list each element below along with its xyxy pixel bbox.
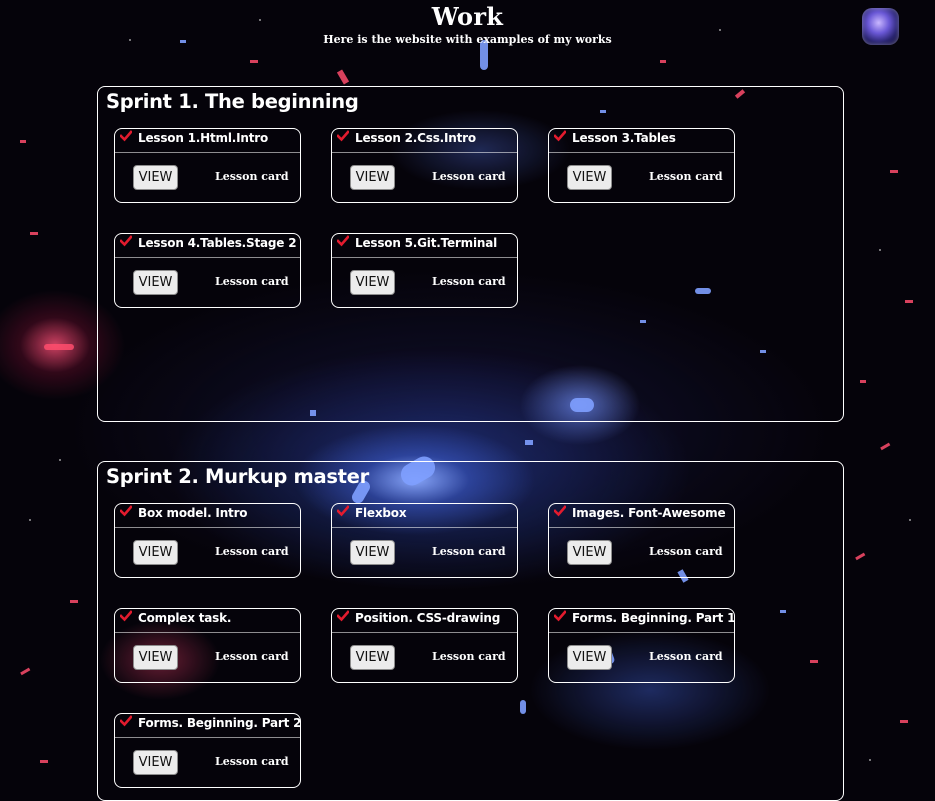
view-button[interactable]: VIEW bbox=[350, 165, 395, 190]
lesson-card-caption: Lesson card bbox=[432, 545, 506, 558]
lesson-card-header: Images. Font-Awesome bbox=[549, 504, 734, 528]
avatar[interactable] bbox=[862, 8, 899, 45]
lesson-card-header: Box model. Intro bbox=[115, 504, 300, 528]
lesson-card-caption: Lesson card bbox=[215, 650, 289, 663]
lesson-card: Lesson 1.Html.Intro VIEW Lesson card bbox=[114, 128, 301, 203]
lesson-card-caption: Lesson card bbox=[649, 545, 723, 558]
lesson-card-caption: Lesson card bbox=[649, 170, 723, 183]
lesson-card-header: Lesson 3.Tables bbox=[549, 129, 734, 153]
page-header: Work Here is the website with examples o… bbox=[0, 0, 935, 48]
lesson-card-caption: Lesson card bbox=[215, 170, 289, 183]
check-icon bbox=[337, 610, 349, 622]
page-title: Work bbox=[431, 2, 504, 31]
view-button[interactable]: VIEW bbox=[133, 540, 178, 565]
lesson-title: Lesson 1.Html.Intro bbox=[138, 131, 269, 145]
lesson-card: Lesson 3.Tables VIEW Lesson card bbox=[548, 128, 735, 203]
lesson-card-header: Complex task. bbox=[115, 609, 300, 633]
view-button[interactable]: VIEW bbox=[133, 270, 178, 295]
sprint-section: Sprint 1. The beginning Lesson 1.Html.In… bbox=[97, 86, 844, 422]
view-button[interactable]: VIEW bbox=[567, 540, 612, 565]
lesson-card-header: Lesson 5.Git.Terminal bbox=[332, 234, 517, 258]
lesson-card-caption: Lesson card bbox=[432, 275, 506, 288]
lesson-title: Complex task. bbox=[138, 611, 232, 625]
view-button[interactable]: VIEW bbox=[350, 645, 395, 670]
lesson-card: Lesson 5.Git.Terminal VIEW Lesson card bbox=[331, 233, 518, 308]
lesson-card-header: Position. CSS-drawing bbox=[332, 609, 517, 633]
lesson-card: Images. Font-Awesome VIEW Lesson card bbox=[548, 503, 735, 578]
lesson-title: Images. Font-Awesome bbox=[572, 506, 726, 520]
lesson-card-caption: Lesson card bbox=[215, 755, 289, 768]
check-icon bbox=[554, 130, 566, 142]
lesson-card-caption: Lesson card bbox=[215, 275, 289, 288]
check-icon bbox=[554, 610, 566, 622]
check-icon bbox=[120, 505, 132, 517]
lesson-card-header: Lesson 4.Tables.Stage 2 bbox=[115, 234, 300, 258]
lesson-card: Flexbox VIEW Lesson card bbox=[331, 503, 518, 578]
check-icon bbox=[337, 130, 349, 142]
lesson-card-caption: Lesson card bbox=[432, 170, 506, 183]
check-icon bbox=[120, 715, 132, 727]
view-button[interactable]: VIEW bbox=[133, 645, 178, 670]
lesson-card: Forms. Beginning. Part 2 VIEW Lesson car… bbox=[114, 713, 301, 788]
lesson-card-caption: Lesson card bbox=[215, 545, 289, 558]
sprint-title: Sprint 2. Murkup master bbox=[106, 465, 369, 488]
lesson-title: Lesson 3.Tables bbox=[572, 131, 676, 145]
lesson-title: Lesson 2.Css.Intro bbox=[355, 131, 476, 145]
page-subtitle: Here is the website with examples of my … bbox=[323, 33, 612, 46]
lesson-card-header: Forms. Beginning. Part 1 bbox=[549, 609, 736, 633]
lesson-card-caption: Lesson card bbox=[649, 650, 723, 663]
check-icon bbox=[337, 505, 349, 517]
lesson-title: Lesson 5.Git.Terminal bbox=[355, 236, 498, 250]
lesson-card: Complex task. VIEW Lesson card bbox=[114, 608, 301, 683]
lesson-card-header: Flexbox bbox=[332, 504, 517, 528]
view-button[interactable]: VIEW bbox=[567, 165, 612, 190]
lesson-card-header: Lesson 1.Html.Intro bbox=[115, 129, 300, 153]
lesson-title: Forms. Beginning. Part 1 bbox=[572, 611, 736, 625]
view-button[interactable]: VIEW bbox=[567, 645, 612, 670]
check-icon bbox=[337, 235, 349, 247]
lesson-card: Forms. Beginning. Part 1 VIEW Lesson car… bbox=[548, 608, 735, 683]
lesson-card: Lesson 4.Tables.Stage 2 VIEW Lesson card bbox=[114, 233, 301, 308]
lesson-card-header: Lesson 2.Css.Intro bbox=[332, 129, 517, 153]
check-icon bbox=[120, 610, 132, 622]
check-icon bbox=[554, 505, 566, 517]
lesson-card: Lesson 2.Css.Intro VIEW Lesson card bbox=[331, 128, 518, 203]
view-button[interactable]: VIEW bbox=[133, 750, 178, 775]
lesson-title: Box model. Intro bbox=[138, 506, 248, 520]
sprint-section: Sprint 2. Murkup master Box model. Intro… bbox=[97, 461, 844, 801]
lesson-card: Box model. Intro VIEW Lesson card bbox=[114, 503, 301, 578]
sprint-title: Sprint 1. The beginning bbox=[106, 90, 359, 113]
lesson-title: Position. CSS-drawing bbox=[355, 611, 501, 625]
check-icon bbox=[120, 235, 132, 247]
lesson-card-caption: Lesson card bbox=[432, 650, 506, 663]
lesson-title: Lesson 4.Tables.Stage 2 bbox=[138, 236, 297, 250]
view-button[interactable]: VIEW bbox=[133, 165, 178, 190]
view-button[interactable]: VIEW bbox=[350, 270, 395, 295]
lesson-card-header: Forms. Beginning. Part 2 bbox=[115, 714, 302, 738]
check-icon bbox=[120, 130, 132, 142]
view-button[interactable]: VIEW bbox=[350, 540, 395, 565]
lesson-title: Flexbox bbox=[355, 506, 407, 520]
lesson-card: Position. CSS-drawing VIEW Lesson card bbox=[331, 608, 518, 683]
lesson-title: Forms. Beginning. Part 2 bbox=[138, 716, 302, 730]
